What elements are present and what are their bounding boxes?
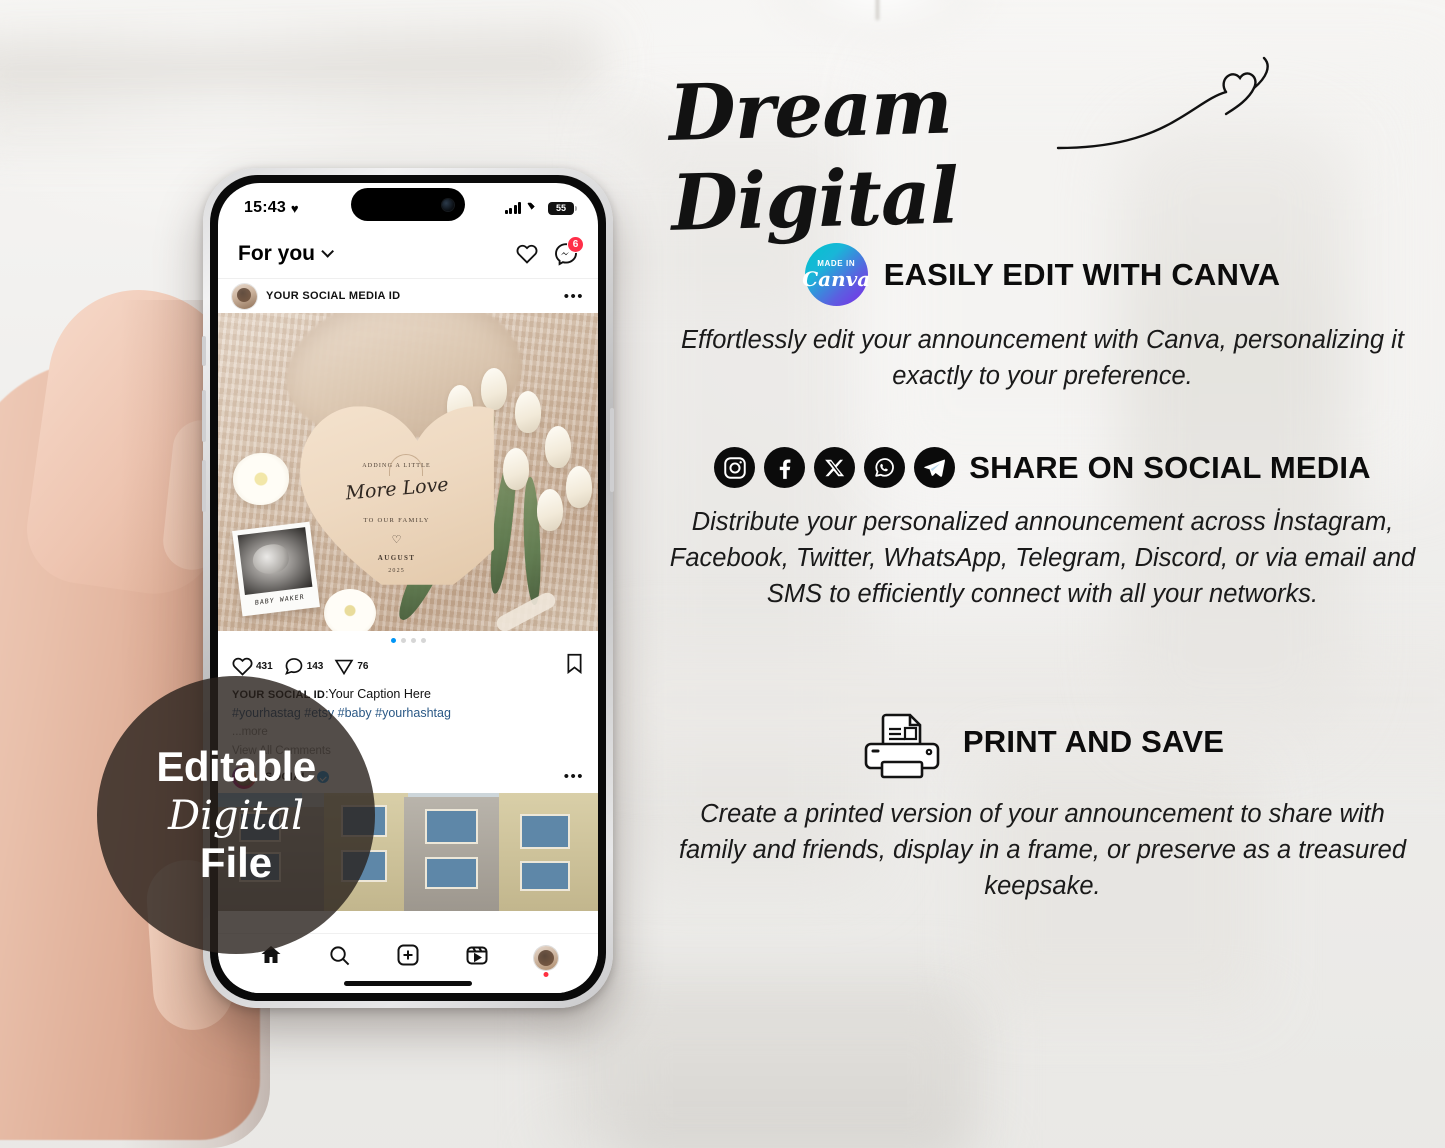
bouquet-ribbon (493, 590, 558, 631)
home-indicator (344, 981, 472, 986)
chevron-down-icon (321, 245, 334, 258)
comment-count: 143 (306, 660, 324, 672)
search-icon[interactable] (328, 944, 351, 972)
feature-social-header: SHARE ON SOCIAL MEDIA (640, 447, 1445, 488)
carousel-dot (400, 637, 406, 643)
messenger-badge: 6 (567, 235, 584, 253)
more-options-icon[interactable]: ••• (564, 289, 584, 304)
like-action[interactable]: 431 (232, 656, 273, 677)
brand-logo: Dream Digital (660, 52, 1300, 249)
signal-bars-icon (504, 202, 521, 214)
reels-icon[interactable] (465, 943, 489, 972)
editable-digital-file-badge: Editable Digital File (97, 676, 375, 954)
canva-badge-icon: MADE IN Canva (802, 243, 871, 306)
whatsapp-icon[interactable] (864, 447, 906, 488)
power-button[interactable] (610, 408, 614, 492)
add-post-icon[interactable] (396, 943, 420, 972)
printer-icon (861, 710, 943, 779)
feature-social-body: Distribute your personalized announcemen… (669, 508, 1416, 609)
badge-line-1: Editable (156, 743, 316, 790)
carousel-dot (420, 637, 426, 643)
feature-print-body: Create a printed version of your announc… (678, 800, 1407, 901)
post-username[interactable]: YOUR SOCIAL MEDIA ID (266, 290, 555, 302)
status-bar: 15:43 ♥ 55 (218, 183, 598, 229)
telegram-icon[interactable] (914, 447, 956, 488)
header-icons: 6 (516, 235, 584, 266)
heart-icon: ♥ (290, 200, 299, 216)
like-count: 431 (256, 660, 273, 672)
feature-social-title: SHARE ON SOCIAL MEDIA (969, 449, 1371, 485)
carousel-dot (410, 637, 416, 643)
feature-social: SHARE ON SOCIAL MEDIA Distribute your pe… (640, 447, 1445, 613)
app-header: For you 6 (218, 229, 598, 279)
volume-down-button[interactable] (202, 460, 206, 512)
white-flower (324, 589, 377, 631)
feature-canva: MADE IN Canva EASILY EDIT WITH CANVA Eff… (640, 243, 1445, 394)
canva-wordmark: Canva (802, 267, 871, 291)
wooden-heart-text: ADDING A LITTLE More Love TO OUR FAMILY … (302, 408, 492, 583)
feature-print: PRINT AND SAVE Create a printed version … (640, 710, 1445, 905)
ultrasound-photo (237, 527, 313, 595)
share-action[interactable]: 76 (334, 656, 369, 676)
carousel-dot-active (390, 637, 396, 643)
heart-symbol-icon: ♡ (391, 533, 402, 546)
mute-switch[interactable] (202, 336, 206, 366)
feature-canva-title: EASILY EDIT WITH CANVA (883, 256, 1281, 292)
badge-line-2: Digital (168, 793, 304, 839)
bookmark-icon[interactable] (565, 653, 584, 679)
status-indicators: 55 (504, 201, 577, 215)
status-time-group: 15:43 ♥ (244, 199, 299, 217)
carousel-indicator (218, 631, 598, 649)
dynamic-island (351, 188, 465, 221)
polaroid-label: BABY WAKER (254, 592, 305, 607)
heart-line-2: TO OUR FAMILY (363, 516, 430, 524)
status-time: 15:43 (244, 199, 286, 216)
white-flower (233, 452, 290, 505)
heart-script-text: More Love (344, 473, 449, 505)
feature-print-title: PRINT AND SAVE (962, 724, 1225, 759)
heart-month: AUGUST (377, 553, 416, 562)
feed-label: For you (238, 241, 315, 265)
feature-canva-body: Effortlessly edit your announcement with… (681, 326, 1404, 391)
feature-canva-header: MADE IN Canva EASILY EDIT WITH CANVA (640, 243, 1445, 306)
battery-icon: 55 (548, 201, 577, 215)
post-image[interactable]: ADDING A LITTLE More Love TO OUR FAMILY … (218, 313, 598, 631)
caption-text: Your Caption Here (328, 687, 431, 701)
heart-outline-icon[interactable] (516, 243, 538, 265)
feature-panel: Dream Digital MADE IN Canva EASILY EDIT … (640, 0, 1445, 1148)
post-header: YOUR SOCIAL MEDIA ID ••• (218, 279, 598, 313)
feed-selector[interactable]: For you (238, 241, 334, 266)
more-options-icon[interactable]: ••• (564, 769, 584, 784)
messenger-icon[interactable]: 6 (554, 235, 584, 266)
comment-action[interactable]: 143 (284, 656, 324, 676)
heart-year: 2025 (388, 567, 405, 574)
facebook-icon[interactable] (764, 447, 806, 488)
front-camera-icon (442, 198, 454, 211)
background-blur-shape (0, 118, 660, 144)
profile-avatar-icon[interactable] (533, 945, 558, 977)
volume-up-button[interactable] (202, 390, 206, 442)
feature-print-header: PRINT AND SAVE (640, 710, 1445, 779)
badge-line-3: File (199, 839, 273, 886)
instagram-icon[interactable] (714, 447, 756, 488)
avatar[interactable] (232, 283, 257, 309)
wifi-icon (527, 202, 542, 214)
social-icons-row (714, 447, 956, 488)
logo-heart-flourish (1056, 56, 1269, 150)
heart-line-1: ADDING A LITTLE (362, 462, 431, 469)
x-twitter-icon[interactable] (814, 447, 856, 488)
post-actions: 431 143 76 (218, 649, 598, 683)
share-count: 76 (357, 660, 369, 672)
ultrasound-polaroid: BABY WAKER (232, 521, 320, 617)
